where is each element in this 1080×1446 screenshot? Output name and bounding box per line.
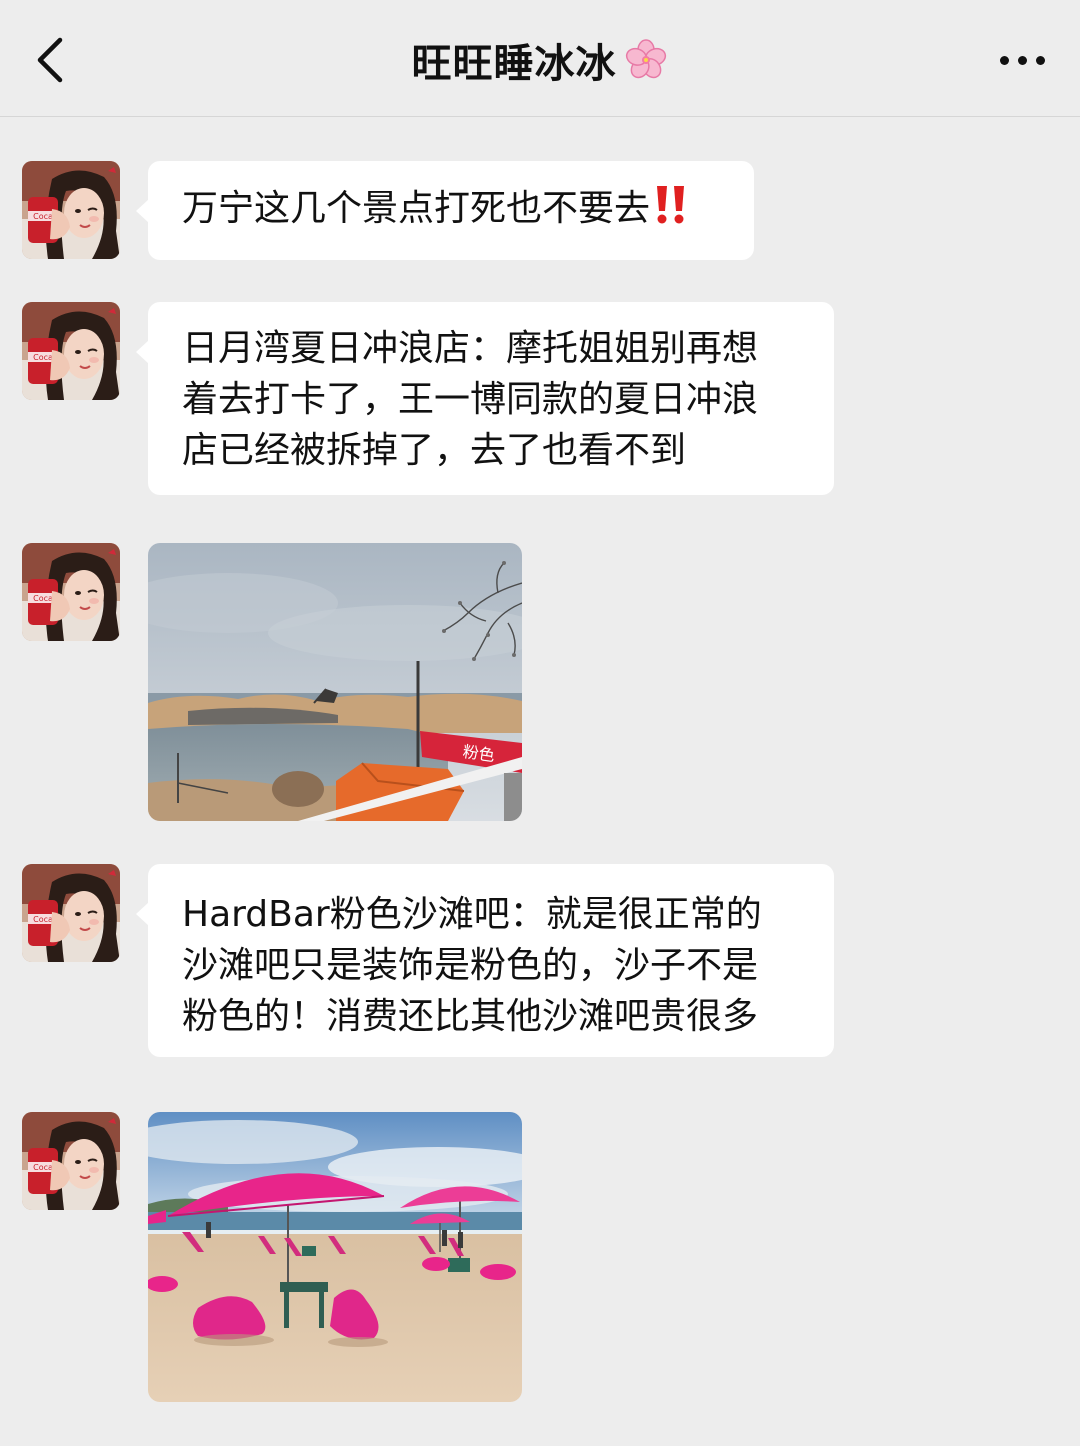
message-text-line: 沙滩吧只是装饰是粉色的，沙子不是 [182,945,759,986]
more-dot [1035,55,1045,65]
pink-beach-umbrellas-photo [148,1112,522,1402]
message-text: 万宁这几个景点打死也不要去 [182,188,651,229]
avatar[interactable] [22,864,120,962]
avatar[interactable] [22,1112,120,1210]
cherry-blossom-icon [625,39,666,79]
message-bubble[interactable]: 日月湾夏日冲浪店：摩托姐姐别再想 着去打卡了，王一博同款的夏日冲浪 店已经被拆掉… [136,302,834,495]
message-text-line: 着去打卡了，王一博同款的夏日冲浪 [182,379,759,420]
more-dot [999,55,1009,65]
message-text-line: 店已经被拆掉了，去了也看不到 [182,430,687,471]
chat-title: 旺旺睡冰冰 [411,41,617,87]
image-message[interactable]: 粉色 [148,543,522,821]
avatar[interactable] [22,302,120,400]
more-dot [1017,55,1027,65]
beach-construction-photo: 粉色 [148,543,522,821]
message-bubble[interactable]: 万宁这几个景点打死也不要去 [136,161,754,260]
more-options-button[interactable] [990,30,1054,90]
image-message[interactable] [148,1112,522,1402]
chat-title-wrap: 旺旺睡冰冰 [0,30,1080,90]
double-exclamation-icon [657,186,685,224]
message-text-line: 粉色的！消费还比其他沙滩吧贵很多 [182,996,759,1037]
message-text-line: 日月湾夏日冲浪店：摩托姐姐别再想 [182,328,759,369]
chat-header: 旺旺睡冰冰 [0,0,1080,117]
avatar[interactable] [22,543,120,641]
message-text-line: HardBar粉色沙滩吧：就是很正常的 [182,894,762,935]
avatar[interactable] [22,161,120,259]
message-bubble[interactable]: HardBar粉色沙滩吧：就是很正常的 沙滩吧只是装饰是粉色的，沙子不是 粉色的… [136,864,834,1057]
